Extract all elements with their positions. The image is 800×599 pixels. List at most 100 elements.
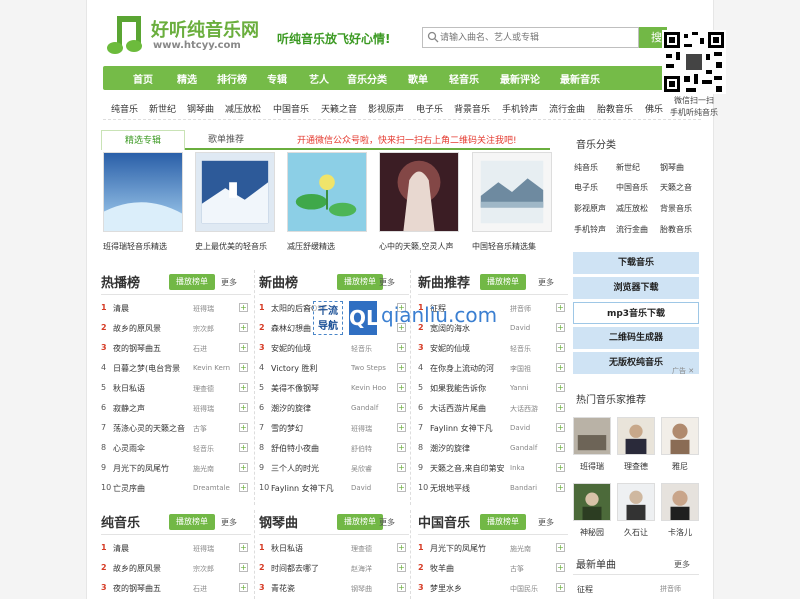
artist-photo[interactable]	[573, 417, 611, 455]
add-to-playlist-icon[interactable]: +	[556, 403, 565, 412]
artist-name[interactable]: 卡洛儿	[661, 527, 699, 538]
add-to-playlist-icon[interactable]: +	[556, 583, 565, 592]
song-title[interactable]: 日暮之梦(电台背景	[113, 363, 195, 374]
song-row[interactable]: 9 天籁之音,来自印第安 Inka +	[418, 458, 568, 478]
song-artist[interactable]: Dreamtale	[193, 484, 239, 492]
song-row[interactable]: 2 故乡的原风景 宗次郎 +	[101, 558, 251, 578]
add-to-playlist-icon[interactable]: +	[397, 583, 406, 592]
song-artist[interactable]: 舒伯特	[351, 444, 397, 454]
song-row[interactable]: 10 Faylinn 女神下凡 David +	[259, 478, 409, 498]
song-artist[interactable]: 班得瑞	[193, 544, 239, 554]
play-chart-button[interactable]: 播放榜单	[480, 514, 526, 530]
add-to-playlist-icon[interactable]: +	[239, 463, 248, 472]
subnav-item[interactable]: 电子乐	[416, 102, 443, 115]
album-card[interactable]: 减压舒缓精选	[287, 152, 367, 252]
song-row[interactable]: 6 寂静之声 班得瑞 +	[101, 398, 251, 418]
album-card[interactable]: 史上最优美的轻音乐	[195, 152, 275, 252]
song-row[interactable]: 8 潮汐的旋律 Gandalf +	[418, 438, 568, 458]
song-row[interactable]: 2 牧羊曲 古筝 +	[418, 558, 568, 578]
song-artist[interactable]: 施光南	[510, 544, 556, 554]
artist-photo[interactable]	[617, 483, 655, 521]
song-artist[interactable]: 古筝	[510, 564, 556, 574]
add-to-playlist-icon[interactable]: +	[239, 403, 248, 412]
play-chart-button[interactable]: 播放榜单	[337, 274, 383, 290]
add-to-playlist-icon[interactable]: +	[556, 363, 565, 372]
subnav-item[interactable]: 钢琴曲	[187, 102, 214, 115]
ranking-column-title[interactable]: 热播榜	[101, 272, 140, 291]
song-artist[interactable]: 轻音乐	[193, 444, 239, 454]
browser-download-button[interactable]: 浏览器下载	[573, 277, 699, 299]
more-link[interactable]: 更多	[221, 277, 237, 288]
add-to-playlist-icon[interactable]: +	[239, 563, 248, 572]
song-row[interactable]: 4 Victory 胜利 Two Steps +	[259, 358, 409, 378]
add-to-playlist-icon[interactable]: +	[556, 543, 565, 552]
song-row[interactable]: 2 时间都去哪了 赵海洋 +	[259, 558, 409, 578]
subnav-item[interactable]: 胎教音乐	[597, 102, 633, 115]
sidebar-category[interactable]: 流行金曲	[616, 224, 648, 235]
song-artist[interactable]: 中国民乐	[510, 584, 556, 594]
song-artist[interactable]: 石进	[193, 344, 239, 354]
song-artist[interactable]: 理查德	[351, 544, 397, 554]
album-cover[interactable]	[287, 152, 367, 232]
song-artist[interactable]: David	[351, 484, 397, 492]
sidebar-new-more[interactable]: 更多	[674, 559, 690, 570]
artist-name[interactable]: 班得瑞	[573, 461, 611, 472]
song-artist[interactable]: 钢琴曲	[351, 584, 397, 594]
song-artist[interactable]: 轻音乐	[510, 344, 556, 354]
nav-featured[interactable]: 精选	[177, 71, 197, 86]
song-artist[interactable]: 轻音乐	[351, 344, 397, 354]
sidebar-category[interactable]: 天籁之音	[660, 182, 692, 193]
add-to-playlist-icon[interactable]: +	[556, 483, 565, 492]
album-card[interactable]: 中国轻音乐精选集	[472, 152, 552, 252]
nav-light-music[interactable]: 轻音乐	[449, 71, 479, 86]
add-to-playlist-icon[interactable]: +	[397, 423, 406, 432]
add-to-playlist-icon[interactable]: +	[239, 343, 248, 352]
subnav-item[interactable]: 纯音乐	[111, 102, 138, 115]
add-to-playlist-icon[interactable]: +	[239, 383, 248, 392]
add-to-playlist-icon[interactable]: +	[556, 443, 565, 452]
song-row[interactable]: 1 月光下的凤尾竹 施光南 +	[418, 538, 568, 558]
song-row[interactable]: 6 大话西游片尾曲 大话西游 +	[418, 398, 568, 418]
album-cover[interactable]	[379, 152, 459, 232]
tab-playlist-recommend[interactable]: 歌单推荐	[189, 130, 263, 150]
song-artist[interactable]: Kevin Hoo	[351, 384, 397, 392]
song-title[interactable]: 故乡的原风景	[113, 323, 195, 334]
sidebar-new-song[interactable]: 征程	[577, 584, 593, 595]
artist-card[interactable]: 神秘园	[573, 483, 611, 538]
site-name[interactable]: 好听纯音乐网	[151, 16, 259, 42]
music-note-logo-icon[interactable]	[107, 14, 143, 56]
add-to-playlist-icon[interactable]: +	[397, 443, 406, 452]
add-to-playlist-icon[interactable]: +	[556, 563, 565, 572]
song-title[interactable]: 大话西游片尾曲	[430, 403, 512, 414]
song-title[interactable]: Victory 胜利	[271, 363, 353, 374]
artist-card[interactable]: 班得瑞	[573, 417, 611, 472]
song-artist[interactable]: 赵海洋	[351, 564, 397, 574]
nav-artists[interactable]: 艺人	[309, 71, 329, 86]
more-link[interactable]: 更多	[379, 517, 395, 528]
song-title[interactable]: 安妮的仙境	[271, 343, 353, 354]
album-title[interactable]: 史上最优美的轻音乐	[195, 241, 275, 252]
song-title[interactable]: 心灵雨伞	[113, 443, 195, 454]
song-row[interactable]: 3 梦里水乡 中国民乐 +	[418, 578, 568, 598]
song-row[interactable]: 9 三个人的时光 吴欣睿 +	[259, 458, 409, 478]
song-title[interactable]: 潮汐的旋律	[430, 443, 512, 454]
album-title[interactable]: 心中的天籁,空灵人声	[379, 241, 459, 252]
song-row[interactable]: 5 如果我能告诉你 Yanni +	[418, 378, 568, 398]
add-to-playlist-icon[interactable]: +	[556, 383, 565, 392]
add-to-playlist-icon[interactable]: +	[239, 303, 248, 312]
song-row[interactable]: 10 亡灵序曲 Dreamtale +	[101, 478, 251, 498]
add-to-playlist-icon[interactable]: +	[397, 343, 406, 352]
song-artist[interactable]: 班得瑞	[193, 404, 239, 414]
sidebar-category[interactable]: 背景音乐	[660, 203, 692, 214]
play-chart-button[interactable]: 播放榜单	[337, 514, 383, 530]
song-artist[interactable]: Two Steps	[351, 364, 397, 372]
add-to-playlist-icon[interactable]: +	[397, 383, 406, 392]
nav-latest-comments[interactable]: 最新评论	[500, 71, 540, 86]
song-title[interactable]: 夜的钢琴曲五	[113, 583, 195, 594]
song-artist[interactable]: Inka	[510, 464, 556, 472]
subnav-item[interactable]: 背景音乐	[454, 102, 490, 115]
sidebar-category[interactable]: 电子乐	[574, 182, 598, 193]
ranking-column-title[interactable]: 新曲推荐	[418, 272, 470, 291]
subnav-item[interactable]: 佛乐	[645, 102, 663, 115]
artist-card[interactable]: 卡洛儿	[661, 483, 699, 538]
